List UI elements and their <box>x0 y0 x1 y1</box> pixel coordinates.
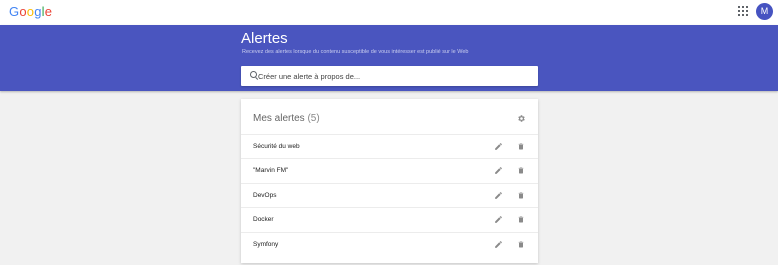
alert-label: "Marvin FM" <box>253 167 289 174</box>
edit-pencil-icon[interactable] <box>494 142 503 151</box>
page-subtitle: Recevez des alertes lorsque du contenu s… <box>242 49 469 55</box>
logo-letter-o2: o <box>26 4 35 19</box>
delete-trash-icon[interactable] <box>517 215 525 224</box>
alert-row[interactable]: Docker <box>241 207 538 232</box>
delete-trash-icon[interactable] <box>517 191 525 200</box>
edit-pencil-icon[interactable] <box>494 191 503 200</box>
alert-row[interactable]: Symfony <box>241 232 538 257</box>
logo-letter-g: G <box>9 4 20 19</box>
hero-banner: Alertes Recevez des alertes lorsque du c… <box>0 25 778 91</box>
alert-label: Sécurité du web <box>253 143 300 150</box>
google-logo[interactable]: Google <box>9 4 52 19</box>
alert-row[interactable]: "Marvin FM" <box>241 158 538 183</box>
create-alert-input[interactable] <box>258 66 528 86</box>
alerts-count: (5) <box>307 113 320 124</box>
page-title: Alertes <box>241 30 288 47</box>
card-title: Mes alertes (5) <box>253 113 320 124</box>
search-box[interactable] <box>241 66 538 86</box>
alert-label: Docker <box>253 216 274 223</box>
edit-pencil-icon[interactable] <box>494 240 503 249</box>
delete-trash-icon[interactable] <box>517 240 525 249</box>
delete-trash-icon[interactable] <box>517 166 525 175</box>
alert-label: Symfony <box>253 241 279 248</box>
logo-letter-g2: g <box>34 4 42 19</box>
alert-row[interactable]: DevOps <box>241 183 538 208</box>
top-bar: Google M <box>0 0 778 25</box>
alert-row[interactable]: Sécurité du web <box>241 134 538 159</box>
edit-pencil-icon[interactable] <box>494 166 503 175</box>
apps-grid-icon[interactable] <box>738 6 748 16</box>
search-icon <box>250 71 257 78</box>
edit-pencil-icon[interactable] <box>494 215 503 224</box>
delete-trash-icon[interactable] <box>517 142 525 151</box>
logo-letter-e: e <box>44 4 53 19</box>
my-alerts-card: Mes alertes (5) Sécurité du web "Marvin … <box>241 99 538 263</box>
gear-icon[interactable] <box>517 114 526 123</box>
avatar[interactable]: M <box>756 3 773 20</box>
card-title-label: Mes alertes <box>253 113 305 124</box>
logo-letter-o1: o <box>19 4 27 19</box>
alert-label: DevOps <box>253 192 277 199</box>
